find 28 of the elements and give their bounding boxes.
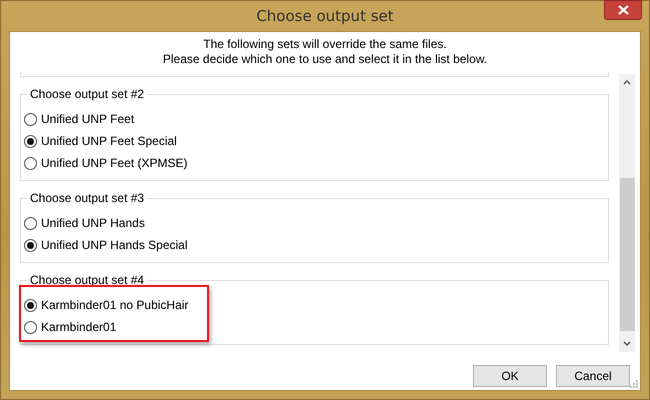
option-label[interactable]: Unified UNP Feet (XPMSE) [41, 156, 188, 170]
radio-button[interactable] [24, 216, 37, 230]
option-label[interactable]: Unified UNP Hands [41, 216, 145, 230]
scroll-thumb[interactable] [620, 178, 634, 331]
option-label[interactable]: Unified UNP Feet [41, 112, 134, 126]
option-label[interactable]: Karmbinder01 no PubicHair [41, 298, 188, 312]
scroll-up-icon[interactable] [623, 80, 631, 85]
close-icon [618, 5, 628, 15]
radio-button[interactable] [24, 112, 37, 126]
radio-button[interactable] [24, 156, 37, 170]
close-button[interactable] [604, 0, 642, 20]
window-title: Choose output set [256, 7, 394, 25]
group-title: Choose output set #3 [27, 191, 148, 206]
radio-button[interactable] [24, 134, 37, 148]
option-label[interactable]: Unified UNP Feet Special [41, 134, 177, 148]
radio-button[interactable] [24, 238, 37, 252]
option-label[interactable]: Unified UNP Hands Special [41, 238, 188, 252]
dialog-button[interactable]: OK [473, 365, 547, 387]
resize-grip-icon[interactable] [629, 379, 639, 389]
group-title: Choose output set #2 [27, 87, 148, 102]
instruction-text: The following sets will override the same files. [202, 37, 448, 52]
radio-button[interactable] [24, 320, 37, 334]
dialog-button[interactable]: Cancel [556, 365, 630, 387]
scroll-down-icon[interactable] [623, 341, 631, 346]
radio-button[interactable] [24, 298, 37, 312]
instruction-text: Please decide which one to use and select it in the list below. [162, 52, 488, 67]
scrollbar[interactable] [619, 74, 635, 352]
option-label[interactable]: Karmbinder01 [41, 320, 116, 334]
